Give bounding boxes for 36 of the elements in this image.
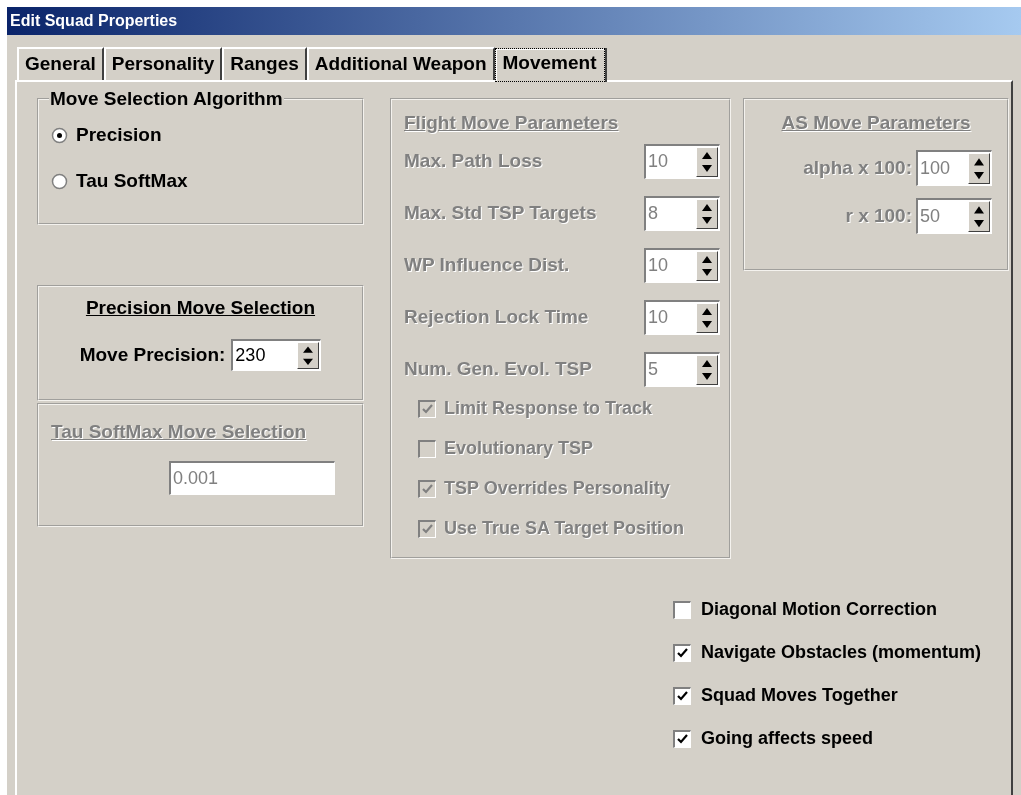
tab[interactable]: Personality xyxy=(103,47,223,80)
group-title: AS Move Parameters xyxy=(781,112,971,134)
field-label: WP Influence Dist. xyxy=(404,254,570,276)
checkbox-label: Limit Response to Track xyxy=(444,398,653,419)
tab[interactable]: Movement xyxy=(494,48,605,82)
field-label: alpha x 100: xyxy=(803,157,912,179)
checkbox[interactable] xyxy=(673,600,691,619)
radio-button[interactable] xyxy=(51,172,68,190)
window-title: Edit Squad Properties xyxy=(10,12,178,30)
tab[interactable]: General xyxy=(17,47,104,80)
spin-arrows-icon[interactable] xyxy=(297,342,320,369)
field-label: Num. Gen. Evol. TSP xyxy=(404,358,592,380)
field-label: r x 100: xyxy=(845,205,912,227)
radio-label: Tau SoftMax xyxy=(76,170,188,192)
group-title: Tau SoftMax Move Selection xyxy=(51,421,308,443)
field-label: Rejection Lock Time xyxy=(404,306,589,328)
field-label: Max. Std TSP Targets xyxy=(404,202,597,224)
radio-label: Precision xyxy=(76,124,162,146)
tab[interactable]: Ranges xyxy=(222,47,307,80)
checkbox-label: TSP Overrides Personality xyxy=(444,478,670,499)
checkbox-label: Squad Moves Together xyxy=(701,685,898,706)
checkbox[interactable] xyxy=(673,643,691,662)
checkbox-label: Diagonal Motion Correction xyxy=(701,599,937,620)
tab[interactable]: Additional Weapon xyxy=(306,47,495,80)
radio-button[interactable] xyxy=(51,126,68,144)
checkbox[interactable] xyxy=(673,729,691,748)
field-label: Move Precision: xyxy=(79,344,226,366)
group-title: Precision Move Selection xyxy=(85,297,316,319)
group-title: Flight Move Parameters xyxy=(404,112,619,133)
checkbox[interactable] xyxy=(673,686,691,705)
checkbox-label: Evolutionary TSP xyxy=(444,438,594,459)
checkbox-label: Use True SA Target Position xyxy=(444,518,685,539)
spin-box[interactable]: 230 xyxy=(231,339,322,371)
field-label: Max. Path Loss xyxy=(404,150,543,172)
checkbox-label: Going affects speed xyxy=(701,728,874,749)
checkbox-label: Navigate Obstacles (momentum) xyxy=(701,642,982,663)
